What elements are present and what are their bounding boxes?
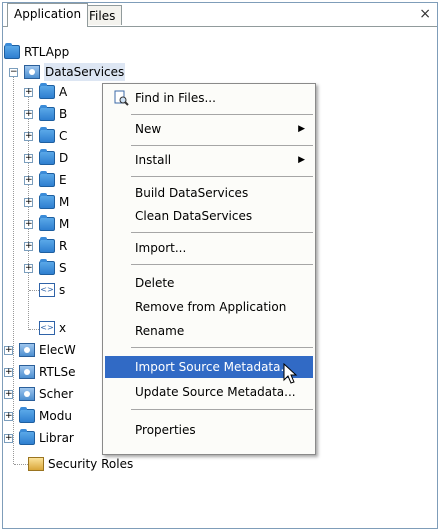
tree-node-label: A xyxy=(59,85,68,99)
find-in-files-icon xyxy=(114,90,129,106)
menu-item-build-dataservices[interactable]: Build DataServices xyxy=(105,182,313,204)
tree-guide-line xyxy=(29,329,39,330)
file-icon: <> xyxy=(39,283,55,297)
expand-icon[interactable]: + xyxy=(4,434,13,443)
menu-separator xyxy=(131,409,313,410)
tree-node-label: RTLApp xyxy=(24,45,70,59)
expand-icon[interactable]: + xyxy=(24,110,33,119)
menu-item-label: Import Source Metadata... xyxy=(135,360,292,374)
menu-separator xyxy=(131,232,313,233)
menu-item-new[interactable]: New ▶ xyxy=(105,118,313,140)
tree-node-label: E xyxy=(59,173,67,187)
tree-node-label: Modu xyxy=(39,409,72,423)
tree-node-label: R xyxy=(59,239,68,253)
database-icon xyxy=(19,343,35,357)
expand-icon[interactable]: + xyxy=(4,412,13,421)
menu-item-rename[interactable]: Rename xyxy=(105,320,313,342)
tree-node-label: B xyxy=(59,107,68,121)
tree-node-label: Scher xyxy=(39,387,74,401)
schema-icon xyxy=(19,387,35,401)
tab-application[interactable]: Application xyxy=(7,3,89,27)
folder-icon xyxy=(39,193,55,209)
menu-item-find-in-files[interactable]: Find in Files... xyxy=(105,87,313,109)
menu-separator xyxy=(131,145,313,146)
menu-item-install[interactable]: Install ▶ xyxy=(105,149,313,171)
expand-icon[interactable]: + xyxy=(24,154,33,163)
folder-icon xyxy=(19,407,35,423)
expand-icon[interactable]: + xyxy=(24,242,33,251)
tree-node-label: M xyxy=(59,195,70,209)
menu-item-label: New xyxy=(135,122,162,136)
menu-item-remove-from-application[interactable]: Remove from Application xyxy=(105,296,313,318)
tree-node-label: D xyxy=(59,151,69,165)
folder-icon xyxy=(19,429,35,445)
tree-node-label: Librar xyxy=(39,431,74,445)
expand-icon[interactable]: + xyxy=(4,390,13,399)
tree-node-label: S xyxy=(59,261,67,275)
tree-node-label: C xyxy=(59,129,68,143)
expand-icon[interactable]: + xyxy=(24,220,33,229)
folder-icon xyxy=(39,149,55,165)
menu-item-label: Properties xyxy=(135,423,196,437)
menu-item-label: Delete xyxy=(135,276,175,290)
expand-icon[interactable]: + xyxy=(24,88,33,97)
submenu-arrow-icon: ▶ xyxy=(298,155,305,165)
menu-separator xyxy=(131,264,313,265)
file-icon: <> xyxy=(39,321,55,335)
expand-icon[interactable]: + xyxy=(24,264,33,273)
tree-node-label: s xyxy=(59,283,66,297)
menu-item-update-source-metadata[interactable]: Update Source Metadata... xyxy=(105,381,313,403)
tree-node-label: ElecW xyxy=(39,343,76,357)
tree-node-label: RTLSe xyxy=(39,365,76,379)
menu-separator xyxy=(131,347,313,348)
dataservices-icon xyxy=(24,65,40,79)
menu-item-label: Import... xyxy=(135,241,187,255)
folder-icon xyxy=(39,237,55,253)
expand-icon[interactable]: + xyxy=(24,198,33,207)
mouse-cursor-icon xyxy=(283,363,298,384)
menu-item-label: Rename xyxy=(135,324,185,338)
tree-node-label: DataServices xyxy=(44,63,126,81)
folder-icon xyxy=(39,215,55,231)
menu-item-label: Remove from Application xyxy=(135,300,287,314)
security-roles-icon xyxy=(28,457,44,471)
tree-guide-line xyxy=(29,290,39,291)
menu-item-import-source-metadata[interactable]: Import Source Metadata... xyxy=(105,356,313,378)
menu-separator xyxy=(131,114,313,115)
menu-item-label: Update Source Metadata... xyxy=(135,385,296,399)
application-icon xyxy=(4,43,20,59)
context-menu: Find in Files... New ▶ Install ▶ Build D… xyxy=(102,83,316,455)
menu-item-label: Install xyxy=(135,153,172,167)
tree-guide-line xyxy=(14,464,28,465)
menu-item-label: Find in Files... xyxy=(135,91,216,105)
menu-item-label: Clean DataServices xyxy=(135,209,253,223)
menu-separator xyxy=(131,176,313,177)
tree-guide-line xyxy=(28,90,29,330)
menu-item-label: Build DataServices xyxy=(135,186,249,200)
tree-node-label: x xyxy=(59,321,67,335)
expand-icon[interactable]: + xyxy=(24,132,33,141)
tree-guide-line xyxy=(13,70,14,464)
folder-icon xyxy=(39,171,55,187)
menu-item-properties[interactable]: Properties xyxy=(105,419,313,441)
submenu-arrow-icon: ▶ xyxy=(298,124,305,134)
tree-node-label: Security Roles xyxy=(48,457,134,471)
folder-icon xyxy=(39,259,55,275)
tree-node-label: M xyxy=(59,217,70,231)
folder-icon xyxy=(39,127,55,143)
folder-icon xyxy=(39,105,55,121)
folder-icon xyxy=(39,83,55,99)
collapse-icon[interactable]: − xyxy=(9,68,18,77)
expand-icon[interactable]: + xyxy=(24,176,33,185)
menu-item-delete[interactable]: Delete xyxy=(105,272,313,294)
menu-item-import[interactable]: Import... xyxy=(105,237,313,259)
expand-icon[interactable]: + xyxy=(4,346,13,355)
expand-icon[interactable]: + xyxy=(4,368,13,377)
database-icon xyxy=(19,365,35,379)
menu-item-clean-dataservices[interactable]: Clean DataServices xyxy=(105,205,313,227)
